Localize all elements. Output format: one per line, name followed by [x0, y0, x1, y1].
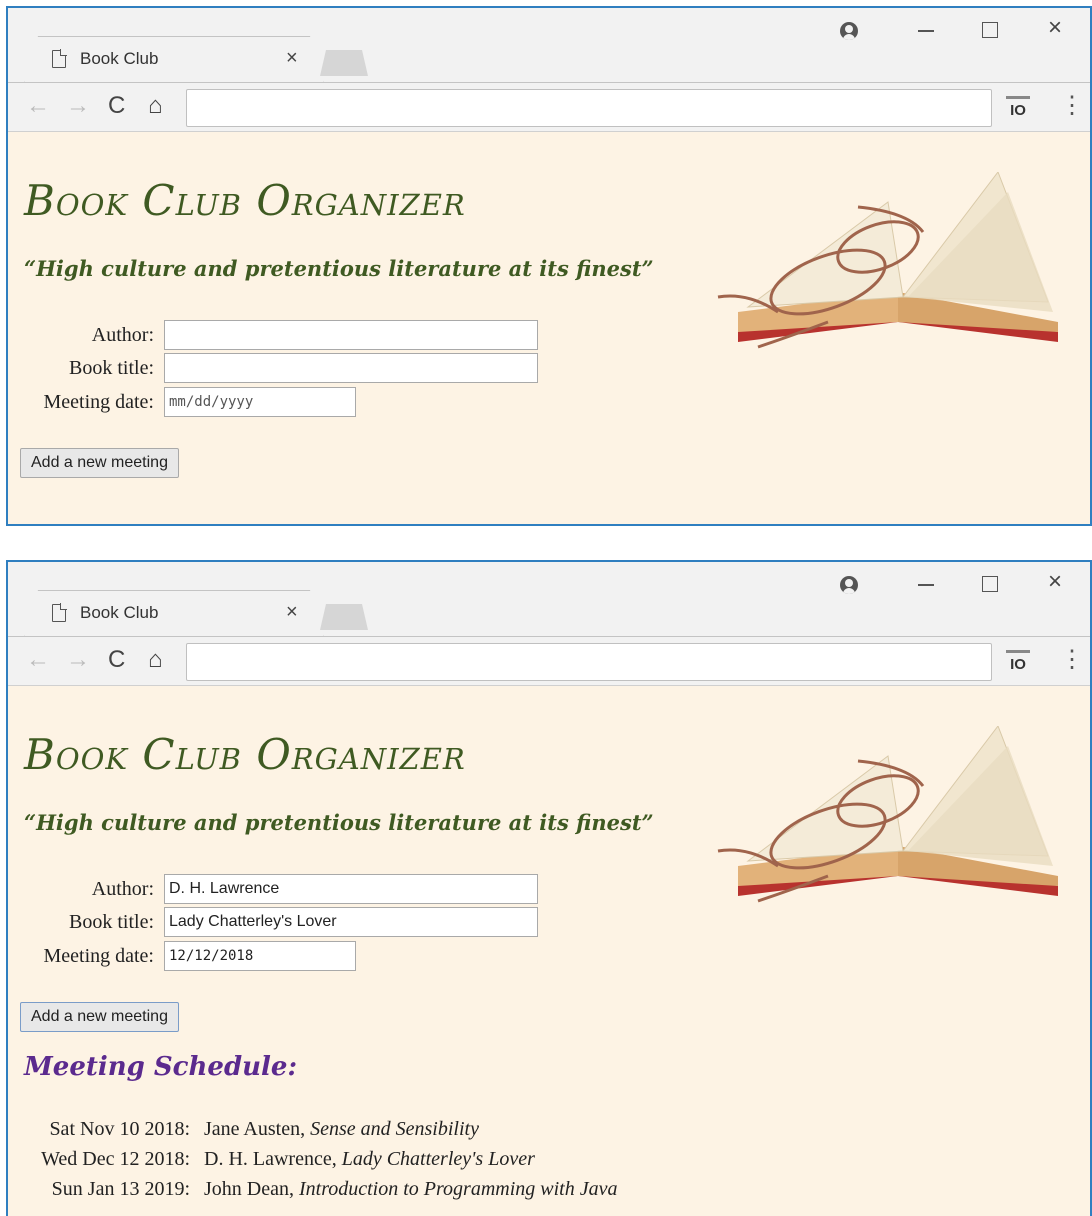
tab-title: Book Club — [80, 49, 159, 68]
menu-icon[interactable]: ⋮ — [1060, 93, 1084, 119]
address-bar[interactable] — [186, 643, 992, 681]
meeting-book: Sense and Sensibility — [310, 1118, 479, 1140]
tab-close-icon[interactable]: × — [286, 47, 298, 70]
meeting-date: Sat Nov 10 2018: — [49, 1118, 190, 1140]
meeting-date-label: Meeting date: — [43, 391, 154, 413]
title-bar: Book Club × × — [8, 562, 1090, 640]
tagline: “High culture and pretentious literature… — [24, 256, 654, 281]
extension-icon[interactable]: IO — [1006, 96, 1030, 119]
author-label: Author: — [91, 878, 154, 900]
add-meeting-button[interactable]: Add a new meeting — [20, 448, 179, 478]
back-arrow-icon[interactable]: ← — [26, 647, 50, 673]
profile-icon[interactable] — [840, 576, 858, 594]
browser-window-filled-form: Book Club × × ← → C ⌂ IO ⋮ Book Club Org… — [6, 560, 1092, 1216]
browser-window-empty-form: Book Club × × ← → C ⌂ IO ⋮ Book Club Org… — [6, 6, 1092, 526]
tab-title: Book Club — [80, 603, 159, 622]
page-content: Book Club Organizer “High culture and pr… — [8, 132, 1090, 524]
maximize-icon[interactable] — [982, 22, 998, 38]
maximize-icon[interactable] — [982, 576, 998, 592]
page-icon — [52, 603, 67, 622]
back-arrow-icon[interactable]: ← — [26, 93, 50, 119]
minimize-icon[interactable] — [918, 30, 934, 32]
schedule-heading: Meeting Schedule: — [24, 1052, 298, 1082]
reload-icon[interactable]: C — [108, 647, 125, 673]
meeting-book: Introduction to Programming with Java — [298, 1178, 618, 1200]
meeting-book: Lady Chatterley's Lover — [341, 1148, 535, 1170]
forward-arrow-icon[interactable]: → — [66, 647, 90, 673]
tagline: “High culture and pretentious literature… — [24, 810, 654, 835]
author-label: Author: — [91, 324, 154, 346]
book-title-input[interactable] — [164, 353, 538, 383]
meeting-date: Sun Jan 13 2019: — [51, 1178, 190, 1200]
browser-toolbar: ← → C ⌂ IO ⋮ — [8, 636, 1090, 686]
new-tab-button[interactable] — [320, 604, 368, 630]
book-and-glasses-illustration — [717, 172, 1058, 349]
book-title-input[interactable]: Lady Chatterley's Lover — [164, 907, 538, 937]
book-title-label: Book title: — [69, 357, 154, 379]
new-tab-button[interactable] — [320, 50, 368, 76]
home-icon[interactable]: ⌂ — [148, 93, 163, 119]
extension-icon[interactable]: IO — [1006, 650, 1030, 673]
book-title-label: Book title: — [69, 911, 154, 933]
forward-arrow-icon[interactable]: → — [66, 93, 90, 119]
author-input[interactable]: D. H. Lawrence — [164, 874, 538, 904]
meeting-date-label: Meeting date: — [43, 945, 154, 967]
author-input[interactable] — [164, 320, 538, 350]
meeting-author: John Dean, — [204, 1178, 299, 1200]
address-bar[interactable] — [186, 89, 992, 127]
minimize-icon[interactable] — [918, 584, 934, 586]
meeting-author: D. H. Lawrence, — [204, 1148, 342, 1170]
page-title: Book Club Organizer — [24, 176, 466, 225]
browser-toolbar: ← → C ⌂ IO ⋮ — [8, 82, 1090, 132]
profile-icon[interactable] — [840, 22, 858, 40]
page-title: Book Club Organizer — [24, 730, 466, 779]
book-and-glasses-illustration — [717, 726, 1058, 903]
page-icon — [52, 49, 67, 68]
window-close-icon[interactable]: × — [1048, 14, 1062, 42]
reload-icon[interactable]: C — [108, 93, 125, 119]
meeting-author: Jane Austen, — [204, 1118, 311, 1140]
home-icon[interactable]: ⌂ — [148, 647, 163, 673]
title-bar: Book Club × × — [8, 8, 1090, 86]
meeting-date-input[interactable]: 12/12/2018 — [164, 941, 356, 971]
window-close-icon[interactable]: × — [1048, 568, 1062, 596]
menu-icon[interactable]: ⋮ — [1060, 647, 1084, 673]
add-meeting-button[interactable]: Add a new meeting — [20, 1002, 179, 1032]
meeting-date: Wed Dec 12 2018: — [41, 1148, 190, 1170]
page-content: Book Club Organizer “High culture and pr… — [8, 686, 1090, 1216]
meeting-date-input[interactable]: mm/dd/yyyy — [164, 387, 356, 417]
tab-close-icon[interactable]: × — [286, 601, 298, 624]
